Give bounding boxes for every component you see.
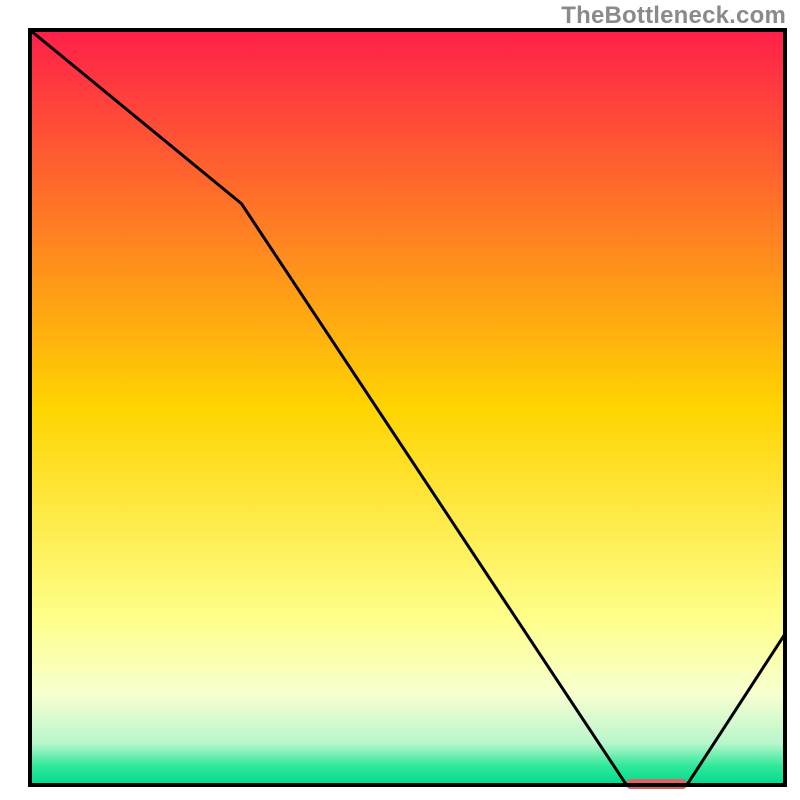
bottleneck-chart bbox=[0, 0, 800, 800]
chart-container: TheBottleneck.com bbox=[0, 0, 800, 800]
plot-background bbox=[30, 30, 785, 785]
